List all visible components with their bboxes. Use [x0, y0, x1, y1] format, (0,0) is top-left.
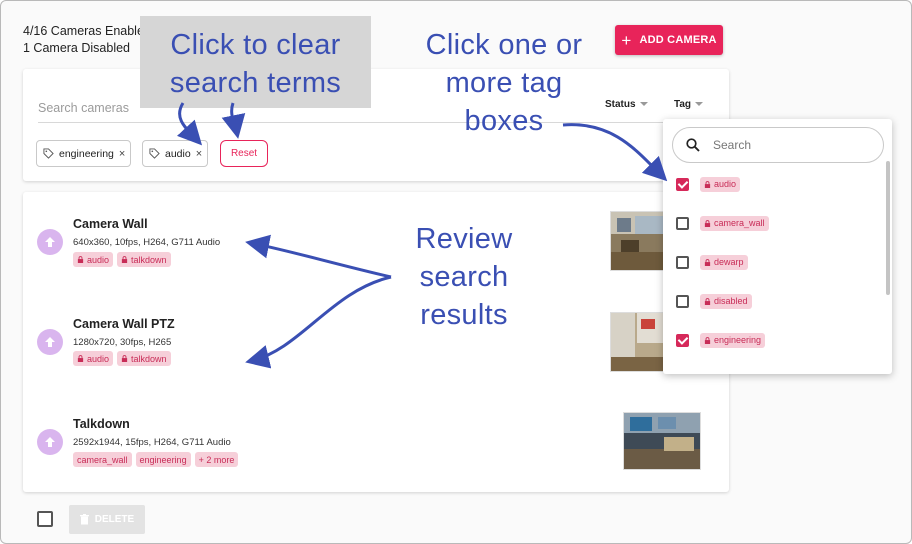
arrow-to-reset [221, 102, 246, 139]
arrow-to-tag-checkbox [562, 123, 668, 182]
arrow-to-chip-close [176, 102, 203, 146]
arrow-to-row-2 [245, 275, 392, 369]
annotation-arrows [176, 102, 668, 369]
screenshot-frame: 4/16 Cameras Enabled 1 Camera Disabled +… [0, 0, 912, 544]
arrow-to-row-1 [245, 234, 392, 279]
